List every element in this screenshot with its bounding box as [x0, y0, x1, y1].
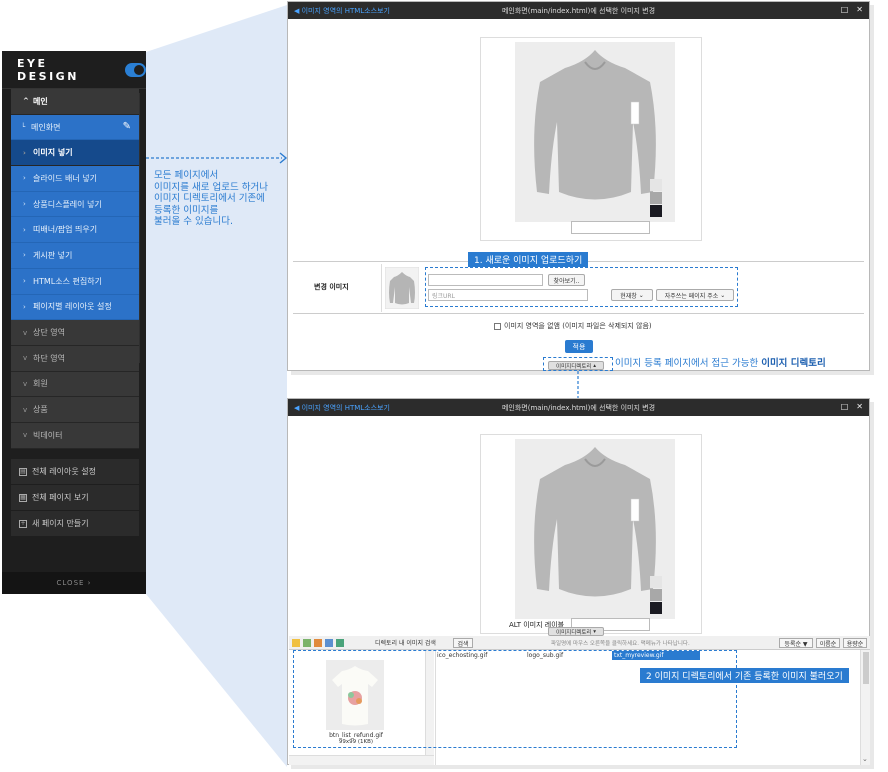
new-folder-icon[interactable] [314, 639, 322, 647]
sort-by-size-button[interactable]: 용량순 [843, 638, 867, 648]
refresh-icon[interactable] [325, 639, 333, 647]
image-directory-tab[interactable]: 이미지디렉토리 ▾ [548, 627, 604, 636]
color-swatch[interactable] [650, 576, 662, 588]
context-menu-hint: 파일명에 마우스 오른쪽을 클릭하세요. 펵메뉴가 나타납니다. [551, 641, 690, 647]
directory-toolbar: 디렉토리 내 이미지 검색 검색 파일명에 마우스 오른쪽을 클릭하세요. 펵메… [289, 636, 870, 650]
directory-highlight-box [293, 650, 737, 748]
directory-scrollbar[interactable]: ⌄ [860, 650, 870, 765]
close-icon[interactable]: ✕ [856, 402, 863, 411]
search-button[interactable]: 검색 [453, 638, 473, 648]
maximize-icon[interactable]: □ [841, 402, 849, 411]
tab-label: 이미지디렉토리 [556, 629, 592, 636]
sort-by-date-button[interactable]: 등록순 ▼ [779, 638, 813, 648]
chevron-down-icon[interactable]: ⌄ [862, 755, 868, 763]
color-swatch[interactable] [650, 602, 662, 614]
color-swatch[interactable] [650, 589, 662, 601]
horizontal-scrollbar[interactable] [289, 755, 434, 765]
callout-directory: 2 이미지 디렉토리에서 기존 등록한 이미지 불러오기 [640, 668, 849, 683]
upload-icon[interactable] [303, 639, 311, 647]
search-label: 디렉토리 내 이미지 검색 [375, 640, 436, 647]
sort-by-name-button[interactable]: 이름순 [816, 638, 840, 648]
download-icon[interactable] [336, 639, 344, 647]
html-source-link[interactable]: ◀ 이미지 영역의 HTML소스보기 [294, 403, 390, 413]
window-titlebar: ◀ 이미지 영역의 HTML소스보기 메인화면(main/index.html)… [288, 399, 869, 416]
folder-icon[interactable] [292, 639, 300, 647]
